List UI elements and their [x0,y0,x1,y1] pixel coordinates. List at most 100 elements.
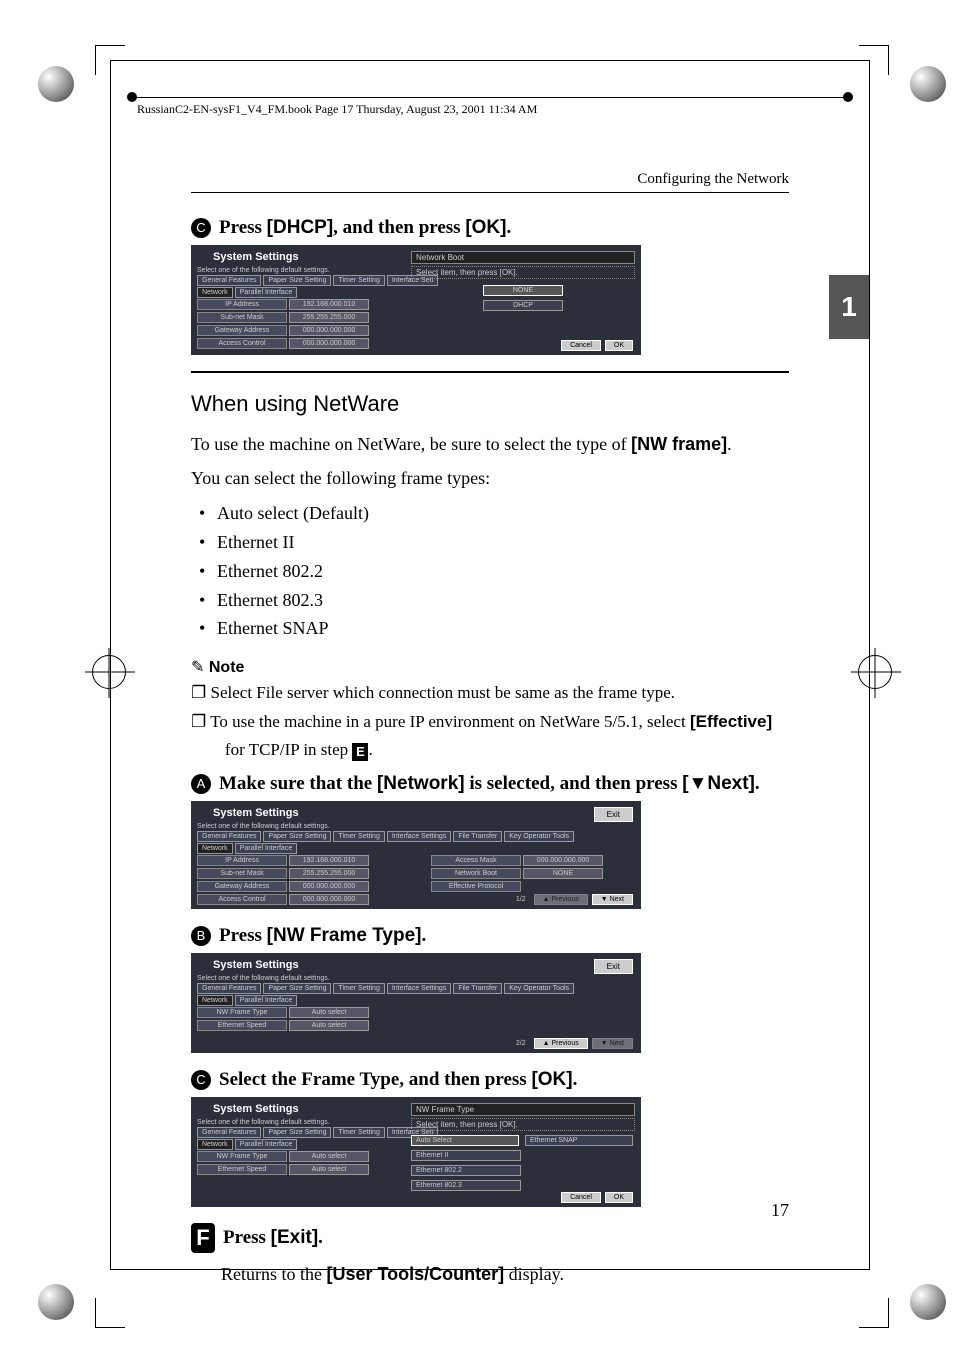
tab[interactable]: General Features [197,831,261,842]
field-nwframe[interactable]: NW Frame Type [197,1007,287,1018]
field[interactable]: Access Control [197,894,287,905]
tab[interactable]: Key Operator Tools [504,831,574,842]
step-text: . [318,1227,323,1248]
option-none[interactable]: NONE [483,285,563,296]
note-text: for TCP/IP in step [221,740,353,759]
option-ethernet8022[interactable]: Ethernet 802.2 [411,1165,521,1176]
frame-type-list: Auto select (Default) Ethernet II Ethern… [191,499,789,643]
panel-subtitle: Select one of the following default sett… [197,1119,330,1126]
subtab-network[interactable]: Network [197,1139,233,1150]
step-f: F Press [Exit]. Returns to the [User Too… [191,1223,789,1287]
tab[interactable]: Timer Setting [333,1127,384,1138]
chapter-tab: 1 [829,275,869,339]
subtab-parallel[interactable]: Parallel Interface [235,287,298,298]
substep-c2: C Select the Frame Type, and then press … [191,1069,789,1091]
field[interactable]: Gateway Address [197,881,287,892]
list-item: Ethernet 802.2 [217,557,789,586]
page-number: 17 [771,1200,789,1221]
field[interactable]: Sub-net Mask [197,868,287,879]
btn-label-exit: [Exit] [271,1227,319,1248]
panel-title: System Settings [213,959,299,971]
tab[interactable]: Key Operator Tools [504,983,574,994]
tab[interactable]: General Features [197,1127,261,1138]
tab[interactable]: Timer Setting [333,983,384,994]
field-ip[interactable]: IP Address [197,299,287,310]
field[interactable]: Effective Protocol [431,881,521,892]
header-cap-icon [127,92,137,102]
value-gateway: 000.000.000.000 [289,325,369,336]
step-text: Press [219,925,267,946]
section-divider [191,371,789,373]
tab[interactable]: Timer Setting [333,275,384,286]
ok-button[interactable]: OK [605,1192,633,1203]
section-heading: When using NetWare [191,391,789,417]
subtab-parallel[interactable]: Parallel Interface [235,995,298,1006]
option-ethernetsnap[interactable]: Ethernet SNAP [525,1135,633,1146]
tab[interactable]: File Transfer [453,831,502,842]
cancel-button[interactable]: Cancel [561,1192,601,1203]
field-gateway[interactable]: Gateway Address [197,325,287,336]
substep-a: A Make sure that the [Network] is select… [191,773,789,795]
btn-label-network: [Network] [377,773,465,794]
step-text: Select the Frame Type, and then press [219,1069,531,1090]
tab[interactable]: Interface Settings [387,983,451,994]
field[interactable]: Access Mask [431,855,521,866]
option-ethernet2[interactable]: Ethernet II [411,1150,521,1161]
subtab-parallel[interactable]: Parallel Interface [235,843,298,854]
page-indicator: 2/2 [512,1038,530,1049]
step-marker: C [191,1070,211,1090]
field[interactable]: IP Address [197,855,287,866]
ok-button[interactable]: OK [605,340,633,351]
field-access[interactable]: Access Control [197,338,287,349]
tab[interactable]: Paper Size Setting [263,983,331,994]
btn-label-dhcp: [DHCP] [267,217,334,238]
step-marker: C [191,218,211,238]
tab[interactable]: General Features [197,275,261,286]
btn-label-next: [▼Next] [682,773,755,794]
prev-button[interactable]: ▲ Previous [534,1038,588,1049]
note-text: To use the machine in a pure IP environm… [210,712,690,731]
tab[interactable]: Paper Size Setting [263,831,331,842]
screenshot-nwframe-select: System Settings Select one of the follow… [191,1097,641,1207]
step-text: , and then press [333,217,465,238]
exit-button[interactable]: Exit [594,959,633,974]
field[interactable]: Network Boot [431,868,521,879]
step-text: Make sure that the [219,773,377,794]
step-text: Press [223,1227,271,1248]
panel-subtitle: Select one of the following default sett… [197,975,330,982]
option-ethernet8023[interactable]: Ethernet 802.3 [411,1180,521,1191]
tab[interactable]: General Features [197,983,261,994]
screenshot-network-page1: System Settings Select one of the follow… [191,801,641,909]
header-rule [131,97,849,98]
page-frame: RussianC2-EN-sysF1_V4_FM.book Page 17 Th… [110,60,870,1270]
tab-row: General Features Paper Size Setting Time… [197,831,576,842]
exit-button[interactable]: Exit [594,807,633,822]
tab-row: General Features Paper Size Setting Time… [197,275,440,286]
next-button[interactable]: ▼ Next [592,894,633,905]
tab[interactable]: Timer Setting [333,831,384,842]
tab[interactable]: Interface Settings [387,831,451,842]
header-cap-icon [843,92,853,102]
subtab-network[interactable]: Network [197,843,233,854]
field-ethspeed[interactable]: Ethernet Speed [197,1164,287,1175]
step-text: . [506,217,511,238]
subtab-parallel[interactable]: Parallel Interface [235,1139,298,1150]
subtab-network[interactable]: Network [197,287,233,298]
field-subnet[interactable]: Sub-net Mask [197,312,287,323]
step-text: . [755,773,760,794]
step-marker: A [191,774,211,794]
decorative-ball [910,66,946,102]
cancel-button[interactable]: Cancel [561,340,601,351]
field-nwframe[interactable]: NW Frame Type [197,1151,287,1162]
tab[interactable]: Paper Size Setting [263,1127,331,1138]
subtab-network[interactable]: Network [197,995,233,1006]
decorative-ball [38,66,74,102]
btn-label-usertools: [User Tools/Counter] [327,1264,505,1284]
option-autoselect[interactable]: Auto Select [411,1135,519,1146]
option-dhcp[interactable]: DHCP [483,300,563,311]
list-item: Ethernet 802.3 [217,586,789,615]
tab[interactable]: Paper Size Setting [263,275,331,286]
tab[interactable]: File Transfer [453,983,502,994]
field-ethspeed[interactable]: Ethernet Speed [197,1020,287,1031]
value: 192.168.000.010 [289,855,369,866]
